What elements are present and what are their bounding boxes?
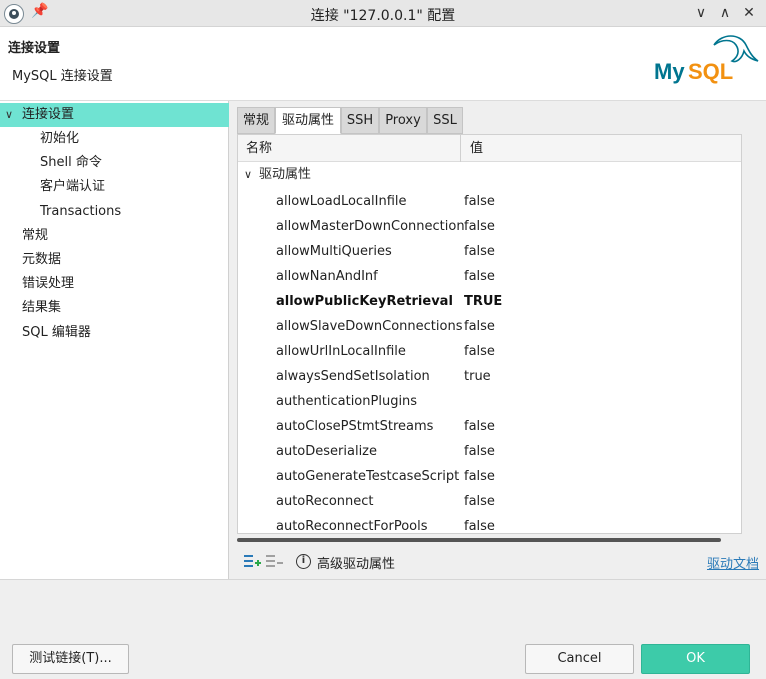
sidebar-item-init[interactable]: 初始化 [0,127,229,151]
group-row-driver-properties[interactable]: ∨ 驱动属性 [238,163,741,187]
property-value[interactable]: false [464,514,495,533]
sidebar-item-label: 常规 [22,228,49,243]
chevron-down-icon[interactable]: ∨ [244,163,252,187]
dialog-header: 连接设置 MySQL 连接设置 My SQL [0,27,766,101]
property-name: allowLoadLocalInfile [276,194,407,209]
property-name: allowSlaveDownConnections [276,319,463,334]
table-row[interactable]: autoReconnect false [238,489,741,514]
header-subtitle: MySQL 连接设置 [12,69,113,84]
property-name: authenticationPlugins [276,394,418,409]
info-icon: i [296,554,311,569]
horizontal-scrollbar[interactable] [237,538,721,542]
table-row[interactable]: autoReconnectForPools false [238,514,741,534]
svg-text:SQL: SQL [688,59,733,84]
driver-properties-table: 名称 值 ∨ 驱动属性 allowLoadLocalInfile false a… [237,134,742,534]
maximize-button[interactable]: ∧ [714,2,736,24]
column-header-value[interactable]: 值 [470,135,483,162]
test-connection-button[interactable]: 测试链接(T)... [12,644,129,674]
property-value[interactable]: false [464,339,495,364]
chevron-down-icon[interactable]: ∨ [5,103,13,127]
tab-driver-properties[interactable]: 驱动属性 [275,107,341,134]
table-row[interactable]: allowLoadLocalInfile false [238,189,741,214]
table-row[interactable]: autoDeserialize false [238,439,741,464]
table-row[interactable]: allowMultiQueries false [238,239,741,264]
mysql-logo: My SQL [654,35,759,84]
driver-docs-link[interactable]: 驱动文档 [707,553,759,572]
sidebar-item-client-auth[interactable]: 客户端认证 [0,175,229,199]
minimize-button[interactable]: ∨ [690,2,712,24]
sidebar-item-label: 连接设置 [22,107,75,122]
property-name: autoGenerateTestcaseScript [276,469,460,484]
sidebar-item-label: 初始化 [40,131,80,146]
table-row[interactable]: authenticationPlugins [238,389,741,414]
sidebar-item-error-handling[interactable]: 错误处理 [0,272,229,296]
column-divider[interactable] [460,135,461,162]
table-row[interactable]: allowPublicKeyRetrieval TRUE [238,289,741,314]
table-row[interactable]: autoClosePStmtStreams false [238,414,741,439]
table-row[interactable]: allowNanAndInf false [238,264,741,289]
property-value[interactable]: false [464,439,495,464]
sidebar-item-shell-commands[interactable]: Shell 命令 [0,151,229,175]
property-name: allowPublicKeyRetrieval [276,294,453,309]
property-name: autoReconnectForPools [276,519,428,534]
tab-proxy[interactable]: Proxy [379,107,427,134]
property-value[interactable]: false [464,189,495,214]
property-name: autoClosePStmtStreams [276,419,434,434]
property-value[interactable]: false [464,264,495,289]
remove-property-icon[interactable] [265,553,283,569]
table-row[interactable]: allowMasterDownConnection false [238,214,741,239]
property-name: allowMultiQueries [276,244,392,259]
properties-toolbar: i 高级驱动属性 驱动文档 [237,549,759,575]
close-button[interactable]: ✕ [738,2,760,24]
property-value[interactable]: false [464,314,495,339]
tab-ssl[interactable]: SSL [427,107,463,134]
window-title: 连接 "127.0.0.1" 配置 [310,8,456,24]
sidebar-item-label: Transactions [40,204,122,219]
property-name: alwaysSendSetIsolation [276,369,430,384]
cancel-button[interactable]: Cancel [525,644,634,674]
sidebar-item-sql-editor[interactable]: SQL 编辑器 [0,321,229,345]
sidebar-item-transactions[interactable]: Transactions [0,200,229,224]
tab-ssh[interactable]: SSH [341,107,379,134]
property-value[interactable]: false [464,214,495,239]
add-property-icon[interactable] [243,553,261,569]
property-value[interactable]: true [464,364,491,389]
ok-button[interactable]: OK [641,644,750,674]
sidebar-item-result-sets[interactable]: 结果集 [0,296,229,320]
table-header: 名称 值 [238,135,741,162]
sidebar-item-label: 客户端认证 [40,179,106,194]
property-name: allowUrlInLocalInfile [276,344,406,359]
property-name: allowNanAndInf [276,269,378,284]
sidebar-item-label: 错误处理 [22,276,75,291]
column-header-name[interactable]: 名称 [246,135,272,162]
sidebar-item-general[interactable]: 常规 [0,224,229,248]
main-panel: 常规 驱动属性 SSH Proxy SSL 名称 值 ∨ 驱动属性 allowL… [229,101,766,579]
group-label: 驱动属性 [259,167,312,182]
sidebar-item-label: Shell 命令 [40,155,102,170]
header-title: 连接设置 [8,41,61,56]
table-row[interactable]: alwaysSendSetIsolation true [238,364,741,389]
sidebar-item-label: 元数据 [22,252,62,267]
property-value[interactable]: false [464,414,495,439]
sidebar-item-label: SQL 编辑器 [22,325,91,340]
property-value[interactable]: false [464,239,495,264]
title-bar: 📌 连接 "127.0.0.1" 配置 ∨ ∧ ✕ [0,0,766,27]
settings-tree: ∨ 连接设置 初始化 Shell 命令 客户端认证 Transactions 常… [0,101,229,579]
property-value[interactable]: false [464,489,495,514]
table-row[interactable]: allowSlaveDownConnections false [238,314,741,339]
sidebar-item-connection-settings[interactable]: ∨ 连接设置 [0,103,229,127]
table-row[interactable]: allowUrlInLocalInfile false [238,339,741,364]
property-name: autoReconnect [276,494,374,509]
table-row[interactable]: autoGenerateTestcaseScript false [238,464,741,489]
property-name: autoDeserialize [276,444,378,459]
property-value[interactable]: false [464,464,495,489]
property-value[interactable]: TRUE [464,289,502,314]
sidebar-item-metadata[interactable]: 元数据 [0,248,229,272]
advanced-driver-properties-label: 高级驱动属性 [317,557,396,572]
dialog-footer: 测试链接(T)... Cancel OK [0,579,766,679]
tab-general[interactable]: 常规 [237,107,275,134]
svg-text:My: My [654,59,685,84]
property-name: allowMasterDownConnection [276,219,465,234]
sidebar-item-label: 结果集 [22,300,62,315]
